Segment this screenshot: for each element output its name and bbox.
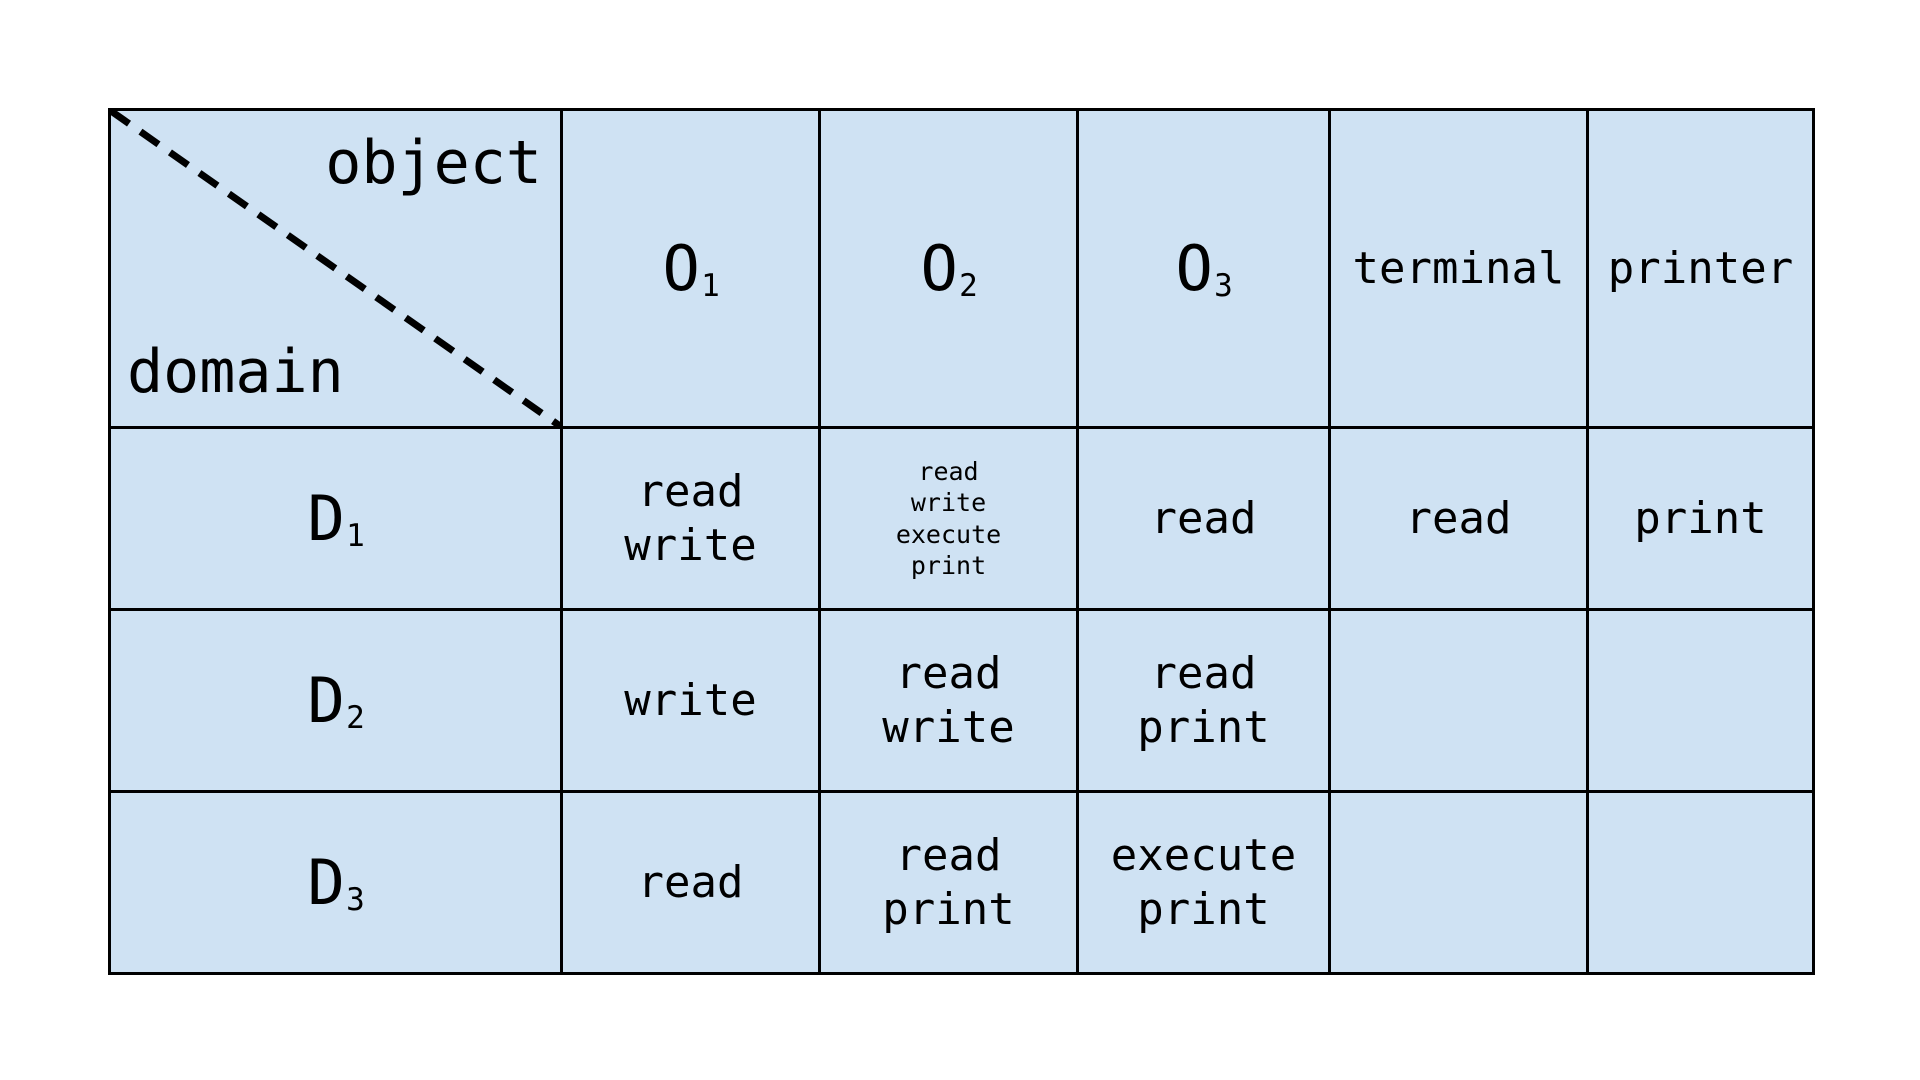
cell-d1-o3: read [1076,426,1331,611]
column-header-o2: O2 [818,108,1079,429]
cell-rights-text: write [624,674,757,726]
cell-d2-o2: read write [818,608,1079,793]
column-header-terminal-label: terminal [1352,242,1565,294]
row-header-d3: D3 [108,790,563,975]
column-header-o1: O1 [560,108,821,429]
column-header-o1-label: O1 [662,231,720,305]
cell-d1-printer: print [1586,426,1815,611]
column-header-printer: printer [1586,108,1815,429]
corner-domain-label: domain [127,337,344,407]
cell-rights-text: read write execute print [895,456,1002,581]
cell-d3-terminal [1328,790,1589,975]
access-matrix-figure: object domain O1 O2 O3 terminal printer … [108,108,1815,975]
access-matrix-table: object domain O1 O2 O3 terminal printer … [108,108,1815,975]
cell-d3-o2: read print [818,790,1079,975]
corner-inner: object domain [111,111,560,426]
cell-rights-text: execute print [1110,829,1297,935]
cell-d1-o1: read write [560,426,821,611]
row-header-d1-label: D1 [307,481,365,555]
table-row: D1 read write read write execute print r… [108,426,1815,611]
column-header-terminal: terminal [1328,108,1589,429]
cell-d2-o1: write [560,608,821,793]
cell-d1-o2: read write execute print [818,426,1079,611]
cell-rights-text: read print [882,829,1015,935]
row-header-d2-label: D2 [307,663,365,737]
column-header-o3: O3 [1076,108,1331,429]
table-row: D3 read read print execute print [108,790,1815,975]
cell-rights-text: read [1405,492,1512,544]
row-header-d2: D2 [108,608,563,793]
table-row: D2 write read write read print [108,608,1815,793]
cell-rights-text: read write [624,465,757,571]
cell-rights-text: read [637,856,744,908]
column-header-o2-label: O2 [920,231,978,305]
cell-d3-printer [1586,790,1815,975]
cell-d3-o1: read [560,790,821,975]
column-header-printer-label: printer [1607,242,1794,294]
row-header-d1: D1 [108,426,563,611]
cell-d2-terminal [1328,608,1589,793]
cell-d1-terminal: read [1328,426,1589,611]
cell-d3-o3: execute print [1076,790,1331,975]
cell-d2-o3: read print [1076,608,1331,793]
table-header-row: object domain O1 O2 O3 terminal printer [108,108,1815,429]
cell-rights-text: print [1634,492,1767,544]
row-header-d3-label: D3 [307,845,365,919]
corner-header-cell: object domain [108,108,563,429]
cell-rights-text: read write [882,647,1015,753]
cell-rights-text: read print [1137,647,1270,753]
corner-object-label: object [325,128,542,198]
cell-rights-text: read [1150,492,1257,544]
cell-d2-printer [1586,608,1815,793]
column-header-o3-label: O3 [1175,231,1233,305]
